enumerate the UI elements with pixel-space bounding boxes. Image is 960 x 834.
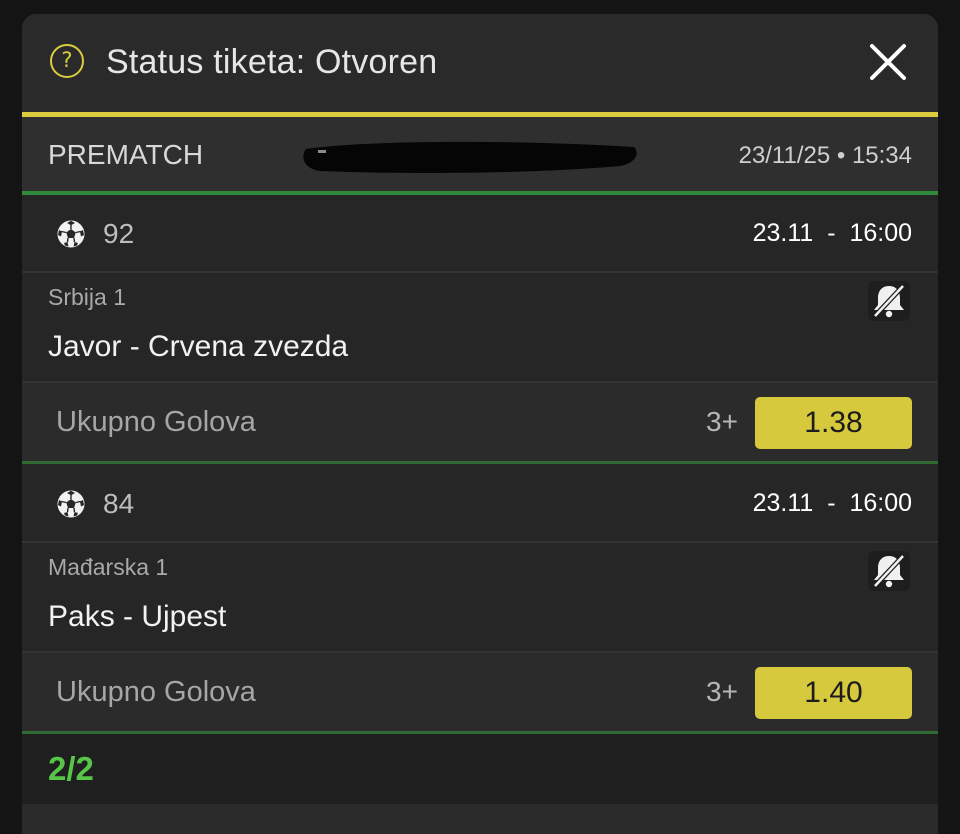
league-name: Srbija 1: [48, 284, 126, 310]
event-time: 23.11 - 16:00: [752, 219, 912, 247]
event-card: 84 23.11 - 16:00 Mađarska 1 Paks - Ujpes…: [22, 465, 938, 735]
event-count: 2/2: [48, 750, 94, 787]
modal-header: ? Status tiketa: Otvoren: [22, 14, 938, 117]
bell-off-icon[interactable]: [868, 551, 910, 591]
ticket-datetime: 23/11/25 • 15:34: [738, 142, 912, 169]
ticket-info-bar: PREMATCH 23/11/25 • 15:34: [22, 117, 938, 195]
ticket-summary: 2/2: [22, 734, 938, 804]
event-code: 84: [103, 488, 135, 519]
odd-button[interactable]: 1.40: [755, 667, 912, 719]
market-name: Ukupno Golova: [56, 676, 256, 708]
pick-label: 3+: [706, 676, 738, 707]
modal-title: Status tiketa: Otvoren: [106, 43, 438, 81]
match-info: Mađarska 1 Paks - Ujpest: [22, 543, 938, 653]
help-icon[interactable]: ?: [50, 44, 84, 78]
match-name: Javor - Crvena zvezda: [48, 330, 349, 363]
close-button[interactable]: [868, 42, 908, 82]
redaction-mark: [303, 141, 637, 174]
event-time: 23.11 - 16:00: [752, 489, 912, 517]
footer-strip: [22, 804, 938, 834]
odd-button[interactable]: 1.38: [755, 397, 912, 449]
market-name: Ukupno Golova: [56, 406, 256, 438]
match-name: Paks - Ujpest: [48, 600, 227, 633]
bet-row: Ukupno Golova 3+ 1.40: [22, 653, 938, 734]
match-info: Srbija 1 Javor - Crvena zvezda: [22, 273, 938, 383]
ticket-type-label: PREMATCH: [48, 139, 204, 170]
event-header: 84 23.11 - 16:00: [22, 465, 938, 543]
bet-row: Ukupno Golova 3+ 1.38: [22, 383, 938, 464]
soccer-ball-icon: [57, 220, 85, 248]
pick-label: 3+: [706, 406, 738, 437]
close-icon: [870, 44, 906, 80]
soccer-ball-icon: [57, 490, 85, 518]
event-code: 92: [103, 218, 135, 249]
bell-off-icon[interactable]: [868, 281, 910, 321]
ticket-status-modal: ? Status tiketa: Otvoren PREMATCH 23/11/…: [22, 14, 938, 834]
event-card: 92 23.11 - 16:00 Srbija 1 Javor - Crvena…: [22, 195, 938, 465]
event-header: 92 23.11 - 16:00: [22, 195, 938, 273]
league-name: Mađarska 1: [48, 554, 169, 580]
